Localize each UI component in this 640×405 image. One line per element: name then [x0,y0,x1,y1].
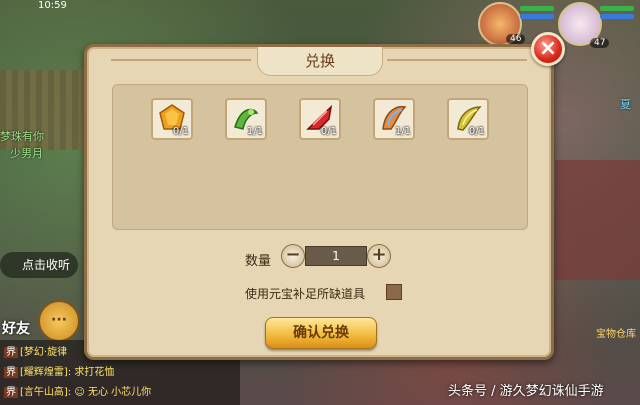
npc-title: 梦珠有你 [0,130,44,143]
quantity-label: 数量 [245,254,272,269]
chat-channel-tag: 界 [4,387,18,398]
use-yuanbao-label: 使用元宝补足所缺道具 [245,287,366,301]
chat-text: [梦幻·旋律 [20,347,68,358]
item-count: 0/1 [172,126,189,137]
chat-text: [耀辉煌雷]: 求打花恤 [20,367,115,378]
item-count: 1/1 [246,126,263,137]
title-ornament-right [387,59,527,61]
building-wall [555,160,640,280]
item-count: 0/1 [468,126,485,137]
listen-button[interactable]: 点击收听 [0,252,78,278]
npc-name: 少男月 [10,147,43,160]
item-slot[interactable]: 1/1 [373,98,415,140]
mp-bar [520,14,554,19]
pet-hp-bar [600,6,634,11]
confirm-exchange-button[interactable]: 确认兑换 [265,317,377,349]
hp-bar [520,6,554,11]
item-slot[interactable]: 0/1 [299,98,341,140]
required-items-panel: 0/1 1/1 0/1 1/1 0/1 [112,84,528,230]
warehouse-label[interactable]: 宝物仓库 [596,325,636,340]
title-ornament-left [111,59,251,61]
item-slot[interactable]: 0/1 [151,98,193,140]
pet-mp-bar [600,14,634,19]
chat-line: 界 [言午山高]: ☺ 无心 小芯儿你 [4,383,151,398]
item-count: 1/1 [394,126,411,137]
item-count: 0/1 [320,126,337,137]
dialog-title-bar: 兑换 [87,47,551,77]
player-level-badge: 46 [506,34,526,44]
item-slot[interactable]: 0/1 [447,98,489,140]
chat-line: 界 [梦幻·旋律 [4,343,67,358]
chat-channel-tag: 界 [4,367,18,378]
use-yuanbao-checkbox[interactable] [386,284,402,300]
quantity-input[interactable]: 1 [305,246,367,266]
item-slot[interactable]: 1/1 [225,98,267,140]
exchange-dialog: 兑换 0/1 1/1 0/1 1/1 0/1 数量 − 1 + 使用元宝补足所缺… [84,44,554,360]
pet-level-badge: 47 [590,38,610,48]
quantity-decrease-button[interactable]: − [281,244,305,268]
watermark: 头条号 / 游久梦幻诛仙手游 [448,384,604,399]
chat-icon[interactable]: ··· [38,300,80,342]
chat-line: 界 [耀辉煌雷]: 求打花恤 [4,363,114,378]
chat-channel-tag: 界 [4,347,18,358]
npc-name-right: 夏 [620,98,631,111]
close-icon[interactable]: × [531,32,565,66]
status-time: 10:59 [38,0,67,11]
chat-text: [言午山高]: ☺ 无心 小芯儿你 [20,387,152,398]
friend-label[interactable]: 好友 [2,318,30,338]
quantity-increase-button[interactable]: + [367,244,391,268]
dialog-title: 兑换 [257,47,383,76]
